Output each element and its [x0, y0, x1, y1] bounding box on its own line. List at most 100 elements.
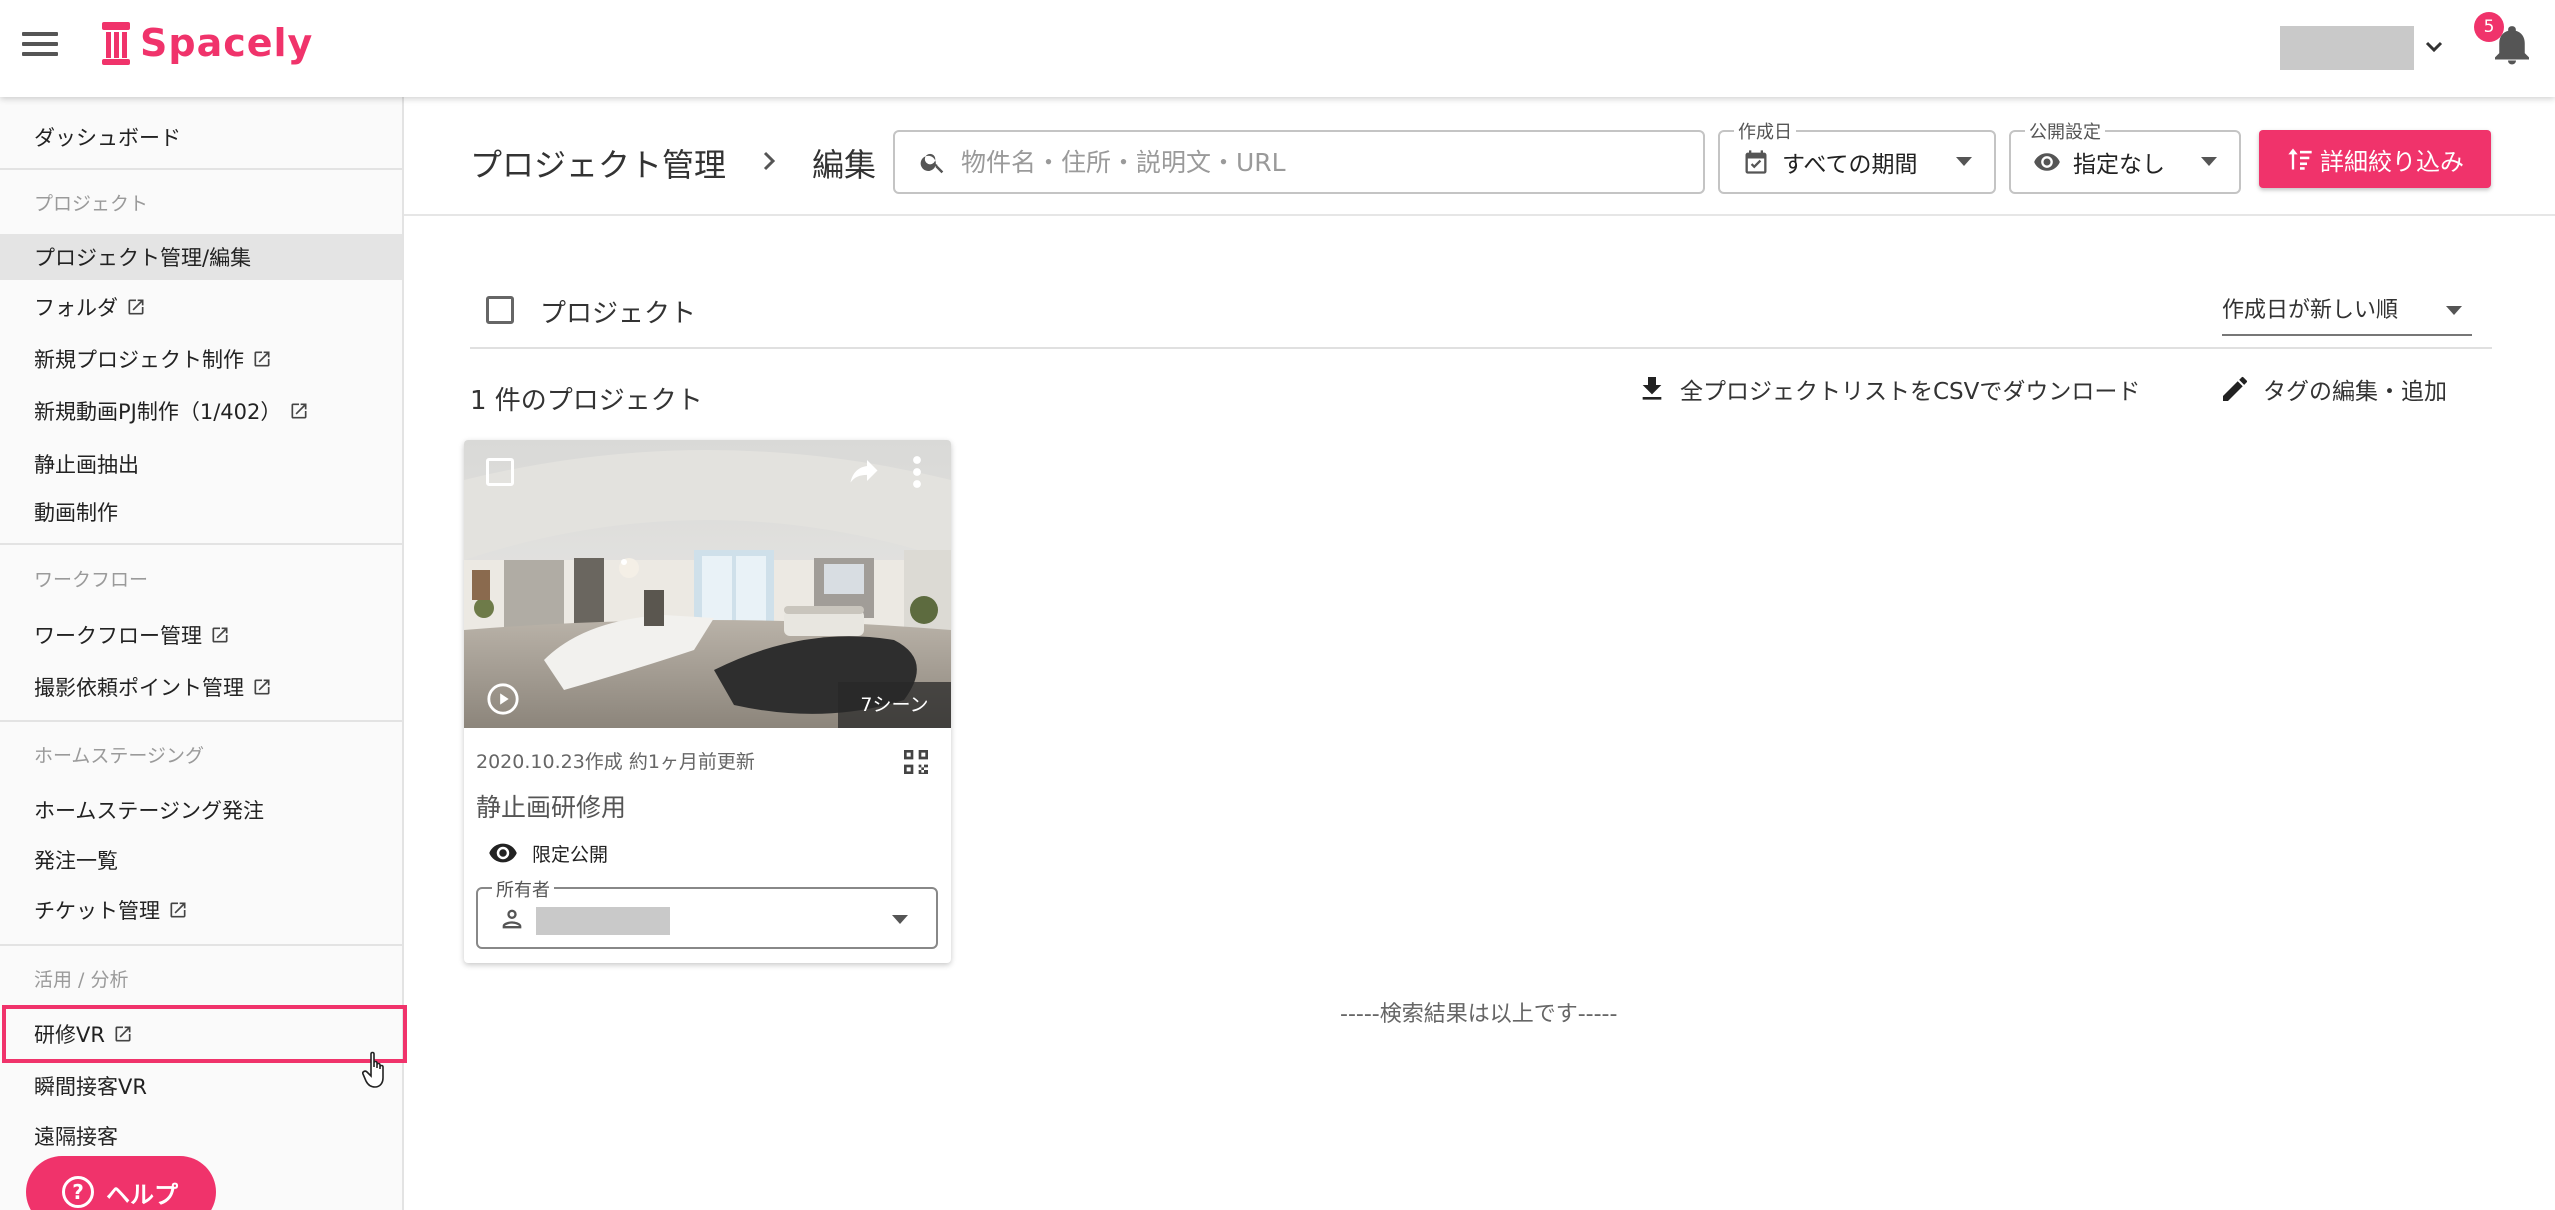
owner-label: 所有者: [492, 876, 554, 902]
sidebar-item-new-video-project[interactable]: 新規動画PJ制作（1/402）: [0, 388, 402, 434]
sidebar-item-label: フォルダ: [34, 296, 118, 320]
sort-select[interactable]: 作成日が新しい順: [2222, 292, 2472, 336]
play-circle-icon[interactable]: [486, 682, 520, 716]
tag-edit-label: タグの編集・追加: [2263, 379, 2447, 405]
sidebar-item-label: 静止画抽出: [34, 453, 139, 477]
visibility-status: 限定公開: [532, 843, 609, 866]
help-label: ヘルプ: [106, 1180, 178, 1209]
advanced-filter-label: 詳細絞り込み: [2320, 147, 2464, 176]
external-link-icon: [212, 627, 228, 643]
sidebar-item-label: チケット管理: [34, 899, 160, 923]
created-date-select[interactable]: 作成日 すべての期間: [1718, 118, 1996, 194]
external-link-icon: [291, 403, 307, 419]
sidebar-item-ticket-management[interactable]: チケット管理: [0, 887, 402, 933]
search-icon: [920, 153, 944, 174]
help-question-icon: ?: [62, 1176, 94, 1208]
card-meta: 2020.10.23作成 約1ヶ月前更新: [476, 751, 755, 773]
user-account-redacted[interactable]: [2280, 26, 2414, 70]
sidebar-item-label: 瞬間接客VR: [34, 1075, 147, 1099]
external-link-icon: [170, 902, 186, 918]
sidebar-divider: [0, 168, 402, 170]
sidebar-divider: [0, 720, 402, 722]
sidebar-item-remote-service[interactable]: 遠隔接客: [0, 1113, 402, 1159]
visibility-value: 指定なし: [2073, 152, 2165, 178]
person-icon: [502, 909, 522, 929]
app-bar: Spacely 5: [0, 0, 2555, 97]
project-thumbnail[interactable]: 7シーン: [464, 440, 951, 728]
sidebar-item-video-production[interactable]: 動画制作: [0, 489, 402, 535]
dropdown-caret-icon: [2446, 306, 2462, 315]
select-all-checkbox[interactable]: [486, 296, 514, 324]
eye-icon: [2034, 153, 2060, 171]
sidebar-item-homestaging-order[interactable]: ホームステージング発注: [0, 787, 402, 833]
sidebar-item-folder[interactable]: フォルダ: [0, 284, 402, 330]
search-field[interactable]: [893, 130, 1705, 194]
external-link-icon: [128, 299, 144, 315]
tag-edit-button[interactable]: タグの編集・追加: [2219, 372, 2447, 406]
download-icon: [1642, 377, 1662, 400]
visibility-select[interactable]: 公開設定 指定なし: [2009, 118, 2241, 194]
card-checkbox[interactable]: [486, 458, 514, 486]
sidebar-item-label: 新規プロジェクト制作: [34, 348, 244, 372]
sidebar-divider: [0, 543, 402, 545]
result-count: 1 件のプロジェクト: [470, 386, 703, 416]
sidebar-section-workflow: ワークフロー: [34, 569, 149, 591]
header-divider: [404, 214, 2555, 216]
sidebar-item-new-project[interactable]: 新規プロジェクト制作: [0, 336, 402, 382]
sidebar-item-label: プロジェクト管理/編集: [34, 246, 252, 270]
more-vert-icon[interactable]: [910, 454, 924, 490]
sidebar-item-label: ダッシュボード: [34, 126, 181, 150]
notification-badge: 5: [2474, 12, 2504, 42]
visibility-label: 公開設定: [2025, 118, 2105, 144]
sidebar-item-order-list[interactable]: 発注一覧: [0, 837, 402, 883]
sidebar-item-label: 撮影依頼ポイント管理: [34, 676, 244, 700]
sidebar-item-instant-service-vr[interactable]: 瞬間接客VR: [0, 1063, 402, 1109]
breadcrumb: プロジェクト管理 編集: [470, 140, 876, 186]
qr-code-icon[interactable]: [900, 746, 932, 778]
external-link-icon: [254, 679, 270, 695]
sidebar-item-workflow-management[interactable]: ワークフロー管理: [0, 612, 402, 658]
csv-download-label: 全プロジェクトリストをCSVでダウンロード: [1680, 379, 2141, 405]
sidebar-item-project-management[interactable]: プロジェクト管理/編集: [0, 234, 402, 280]
card-visibility: 限定公開: [488, 838, 608, 868]
breadcrumb-current: 編集: [812, 146, 877, 184]
dropdown-caret-icon: [892, 915, 908, 924]
sidebar-item-label: 発注一覧: [34, 849, 118, 873]
owner-select[interactable]: 所有者: [476, 876, 938, 949]
eye-icon: [489, 843, 517, 863]
created-date-label: 作成日: [1734, 118, 1796, 144]
chevron-down-icon[interactable]: [2424, 34, 2444, 58]
hamburger-menu-icon[interactable]: [22, 32, 58, 62]
sidebar-item-label: ホームステージング発注: [34, 799, 264, 823]
sidebar-section-project: プロジェクト: [34, 193, 149, 215]
chevron-right-icon: [760, 146, 778, 181]
sidebar-item-label: 新規動画PJ制作（1/402）: [34, 400, 282, 424]
sidebar-section-homestaging: ホームステージング: [34, 745, 205, 767]
advanced-filter-button[interactable]: 詳細絞り込み: [2259, 130, 2491, 188]
project-title[interactable]: 静止画研修用: [476, 788, 626, 824]
dropdown-caret-icon: [2201, 157, 2217, 166]
sidebar-item-still-extraction[interactable]: 静止画抽出: [0, 441, 402, 487]
sidebar-item-shooting-request-points[interactable]: 撮影依頼ポイント管理: [0, 664, 402, 710]
content-divider: [470, 347, 2492, 349]
search-input[interactable]: [961, 147, 1661, 177]
created-date-value: すべての期間: [1782, 152, 1918, 178]
calendar-icon: [1745, 150, 1767, 174]
breadcrumb-root[interactable]: プロジェクト管理: [470, 140, 726, 186]
logo[interactable]: Spacely: [102, 18, 313, 68]
hand-cursor-icon: [362, 1051, 384, 1088]
sort-filter-icon: [2288, 148, 2312, 170]
pillar-logo-icon: [102, 20, 130, 66]
pencil-icon: [2223, 376, 2247, 401]
scene-count-badge: 7シーン: [838, 682, 951, 728]
help-button[interactable]: ? ヘルプ: [26, 1156, 216, 1210]
brand-name: Spacely: [140, 21, 314, 65]
hover-highlight-frame: [2, 1005, 407, 1063]
csv-download-button[interactable]: 全プロジェクトリストをCSVでダウンロード: [1636, 372, 2140, 406]
owner-name-redacted: [536, 907, 670, 935]
sort-value: 作成日が新しい順: [2222, 298, 2399, 323]
end-of-results: -----検索結果は以上です-----: [1340, 1002, 1618, 1027]
share-icon[interactable]: [846, 454, 882, 490]
project-card[interactable]: 7シーン 2020.10.23作成 約1ヶ月前更新 静止画研修用 限定公開 所有…: [464, 440, 951, 963]
sidebar-item-dashboard[interactable]: ダッシュボード: [0, 114, 402, 160]
